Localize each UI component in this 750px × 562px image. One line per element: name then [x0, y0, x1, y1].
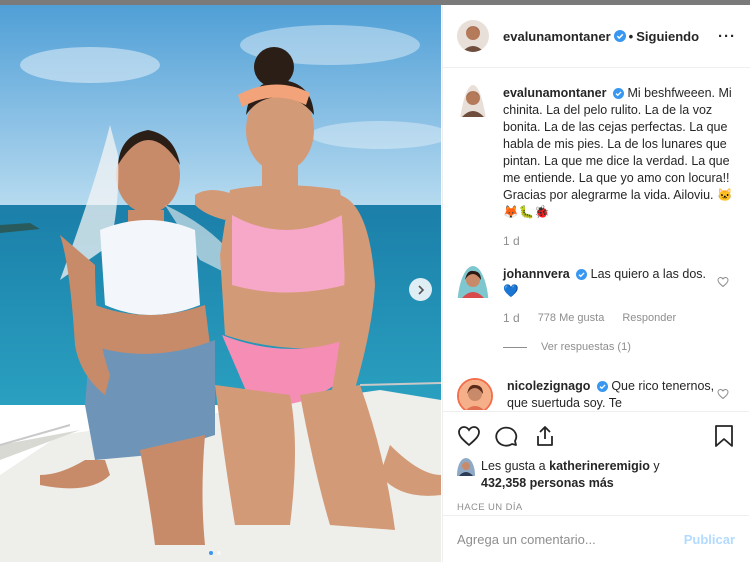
- comment-username[interactable]: johannvera: [503, 267, 570, 281]
- liker-username[interactable]: katherineremigio: [549, 459, 650, 473]
- liker-profile-picture: [457, 458, 475, 476]
- likes-prefix: Les gusta a: [481, 459, 546, 473]
- verified-badge-icon: [613, 88, 624, 99]
- profile-picture: [457, 20, 489, 52]
- post-side-panel: evalunamontaner • Siguiendo ··· evalunam…: [442, 5, 750, 562]
- share-icon[interactable]: [533, 424, 557, 448]
- likes-connector: y: [653, 459, 660, 473]
- add-comment-bar: Publicar: [443, 515, 749, 562]
- post-author-username[interactable]: evalunamontaner: [503, 29, 611, 44]
- caption-time[interactable]: 1 d: [503, 233, 733, 250]
- likes-summary[interactable]: Les gusta a katherineremigio y 432,358 p…: [457, 458, 735, 492]
- next-photo-button[interactable]: [409, 278, 432, 301]
- avatar[interactable]: [457, 378, 493, 410]
- comment-time[interactable]: 1 d: [503, 310, 520, 327]
- comments-list[interactable]: evalunamontaner Mi beshfweeen. Mi chinit…: [443, 69, 749, 410]
- caption-body: evalunamontaner Mi beshfweeen. Mi chinit…: [503, 85, 733, 250]
- like-comment-heart-icon[interactable]: [717, 276, 729, 288]
- carousel-indicator: [209, 551, 221, 555]
- post-timestamp[interactable]: HACE UN DÍA: [457, 502, 735, 513]
- avatar: [457, 458, 475, 492]
- avatar[interactable]: [457, 20, 489, 52]
- comment-icon[interactable]: [495, 424, 519, 448]
- replies-divider: [503, 347, 527, 348]
- comment-body: nicolezignago Que rico tenernos, que sue…: [507, 378, 715, 410]
- comment-like-count[interactable]: 778 Me gusta: [538, 310, 605, 327]
- publish-button[interactable]: Publicar: [684, 532, 735, 547]
- profile-picture: [457, 266, 489, 298]
- avatar[interactable]: [457, 85, 489, 250]
- carousel-dot-active: [209, 551, 213, 555]
- avatar[interactable]: [457, 266, 489, 356]
- view-replies-button[interactable]: Ver respuestas (1): [503, 339, 711, 356]
- comment-input[interactable]: [457, 531, 684, 547]
- comment-username[interactable]: nicolezignago: [507, 379, 590, 393]
- comment-item: johannvera Las quiero a las dos. 💙 1 d 7…: [457, 266, 733, 356]
- verified-badge-icon: [613, 30, 626, 42]
- chevron-right-icon: [417, 284, 424, 295]
- post-photo[interactable]: [0, 5, 441, 562]
- action-icons-row: [457, 422, 735, 450]
- comment-item: nicolezignago Que rico tenernos, que sue…: [457, 378, 733, 410]
- likes-count[interactable]: 432,358 personas más: [481, 476, 614, 490]
- follow-status-button[interactable]: Siguiendo: [636, 29, 699, 44]
- post-actions: Les gusta a katherineremigio y 432,358 p…: [443, 411, 749, 513]
- profile-picture: [459, 380, 491, 410]
- comment-body: johannvera Las quiero a las dos. 💙 1 d 7…: [503, 266, 711, 356]
- bookmark-icon[interactable]: [713, 424, 735, 448]
- like-comment-heart-icon[interactable]: [717, 388, 729, 400]
- reply-button[interactable]: Responder: [622, 310, 676, 327]
- post-header: evalunamontaner • Siguiendo ···: [443, 5, 750, 68]
- caption-item: evalunamontaner Mi beshfweeen. Mi chinit…: [457, 85, 733, 250]
- view-replies-label: Ver respuestas (1): [541, 341, 631, 353]
- ellipsis-icon[interactable]: ···: [718, 28, 736, 45]
- separator-dot: •: [628, 28, 634, 44]
- caption-username[interactable]: evalunamontaner: [503, 86, 607, 100]
- verified-badge-icon: [596, 381, 608, 392]
- verified-badge-icon: [576, 269, 588, 280]
- photo-image: [0, 5, 441, 562]
- profile-picture: [457, 85, 489, 117]
- heart-icon[interactable]: [457, 424, 481, 448]
- likes-text: Les gusta a katherineremigio y 432,358 p…: [481, 458, 660, 492]
- caption-text: Mi beshfweeen. Mi chinita. La del pelo r…: [503, 86, 733, 219]
- comment-meta: 1 d 778 Me gusta Responder: [503, 310, 711, 327]
- carousel-dot: [217, 551, 221, 555]
